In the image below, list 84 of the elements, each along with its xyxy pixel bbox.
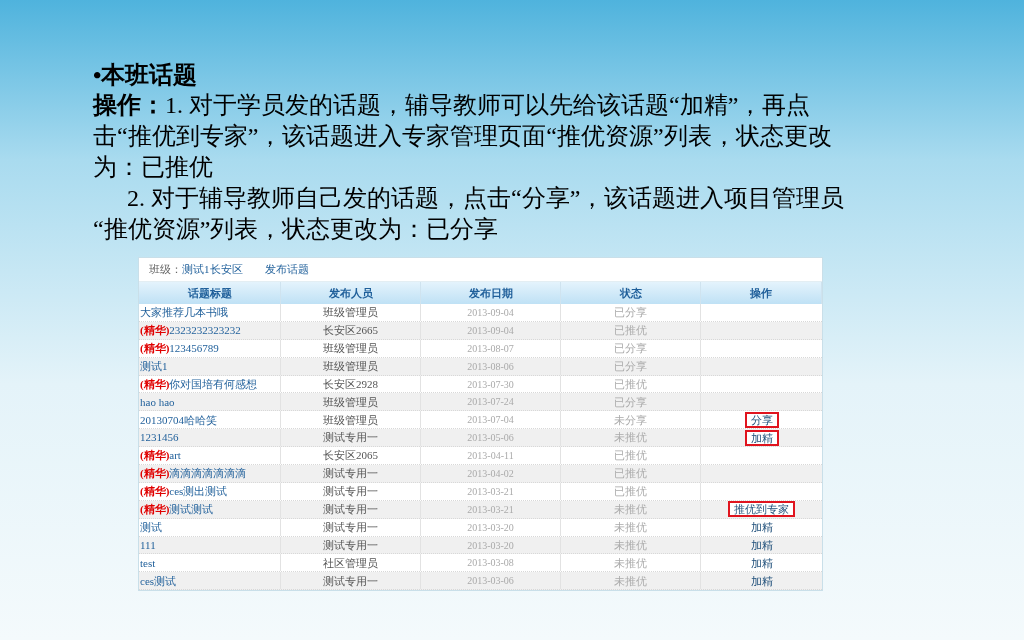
action-link[interactable]: 加精	[744, 429, 779, 446]
table-cell: 未推优	[561, 500, 701, 518]
featured-tag: (精华)	[140, 375, 170, 393]
table-cell: 测试专用一	[281, 518, 421, 536]
topic-title-link[interactable]: 20130704哈哈笑	[140, 411, 217, 429]
table-cell: 未推优	[561, 554, 701, 572]
featured-tag: (精华)	[140, 501, 170, 518]
table-cell: 测试专用一	[281, 536, 421, 554]
topic-title-link[interactable]: 123456789	[169, 339, 219, 357]
post-topic-link[interactable]: 发布话题	[264, 261, 309, 278]
topic-title-link[interactable]: 你对国培有何感想	[169, 375, 258, 393]
table-cell: 2013-08-07	[421, 339, 561, 357]
topic-title-link[interactable]: 测试测试	[169, 501, 214, 518]
topic-title-link[interactable]: 111	[140, 536, 156, 554]
table-cell: 2013-05-06	[421, 429, 561, 447]
table-cell: 已推优	[561, 482, 701, 500]
topic-title-link[interactable]: 大家推荐几本书哦	[140, 304, 228, 321]
class-label: 班级：	[149, 262, 182, 278]
table-cell: 测试专用一	[281, 465, 421, 482]
slide-paragraph: 2. 对于辅导教师自己发的话题，点击“分享”，该话题进入项目管理员 “推优资源”列表，状态更改为：已分享	[93, 184, 846, 244]
action-link[interactable]: 加精	[746, 518, 777, 536]
table-cell: 已推优	[561, 447, 701, 464]
table-cell: 测试专用一	[281, 500, 421, 518]
topic-title-link[interactable]: 2323232323232	[169, 322, 241, 339]
featured-tag: (精华)	[140, 447, 170, 464]
table-cell: 2013-07-04	[421, 411, 561, 429]
table-cell: 已推优	[561, 321, 701, 339]
topic-title-link[interactable]: ces测出测试	[169, 483, 228, 500]
table-cell: 2013-04-02	[421, 465, 561, 482]
table-cell: 已分享	[561, 393, 701, 411]
table-cell: 社区管理员	[281, 554, 421, 572]
action-link[interactable]: 加精	[746, 554, 777, 572]
table-cell: 班级管理员	[281, 339, 421, 357]
table-cell: 2013-07-24	[421, 393, 561, 411]
table-cell: 2013-09-04	[421, 321, 561, 339]
table-cell: 未推优	[561, 429, 701, 447]
table-cell: 2013-03-20	[421, 518, 561, 536]
table-cell: 长安区2665	[281, 321, 421, 339]
table-cell: 未分享	[561, 411, 701, 429]
table-cell: 2013-03-08	[421, 554, 561, 572]
table-cell: 2013-03-20	[421, 536, 561, 554]
table-cell: 长安区2065	[281, 447, 421, 464]
table-cell: 班级管理员	[281, 411, 421, 429]
table-cell: 测试专用一	[281, 572, 421, 590]
topic-title-link[interactable]: 1231456	[140, 429, 179, 446]
slide-heading: •本班话题	[93, 61, 199, 90]
table-cell: 未推优	[561, 536, 701, 554]
action-link[interactable]: 分享	[744, 411, 779, 428]
table-cell: 未推优	[561, 572, 701, 590]
topic-title-link[interactable]: 滴滴滴滴滴滴滴	[169, 465, 247, 482]
topic-title-link[interactable]: 测试	[140, 518, 162, 536]
featured-tag: (精华)	[140, 339, 170, 357]
topic-title-link[interactable]: art	[169, 447, 181, 464]
table-cell: 测试专用一	[281, 429, 421, 447]
table-cell: 班级管理员	[281, 393, 421, 411]
action-link[interactable]: 加精	[746, 536, 777, 554]
table-cell: 已推优	[561, 465, 701, 482]
class-link[interactable]: 测试1长安区	[182, 261, 243, 278]
table-cell: 已分享	[561, 339, 701, 357]
featured-tag: (精华)	[140, 483, 170, 500]
table-cell: 已分享	[561, 357, 701, 375]
table-cell: 班级管理员	[281, 357, 421, 375]
topic-title-link[interactable]: 测试1	[140, 357, 168, 375]
table-cell: 未推优	[561, 518, 701, 536]
table-cell: 2013-09-04	[421, 304, 561, 321]
table-cell: 2013-03-21	[421, 482, 561, 500]
table-cell: 测试专用一	[281, 482, 421, 500]
table-cell: 已分享	[561, 304, 701, 321]
topic-title-link[interactable]: hao hao	[140, 393, 175, 411]
action-link[interactable]: 加精	[746, 572, 777, 590]
table-cell: 2013-04-11	[421, 447, 561, 464]
topic-title-link[interactable]: test	[140, 554, 156, 572]
table-cell: 2013-07-30	[421, 375, 561, 393]
table-cell: 2013-03-21	[421, 500, 561, 518]
topic-title-link[interactable]: ces测试	[140, 572, 177, 590]
table-cell: 2013-03-06	[421, 572, 561, 590]
featured-tag: (精华)	[140, 322, 170, 339]
featured-tag: (精华)	[140, 465, 170, 482]
table-cell: 长安区2928	[281, 375, 421, 393]
table-cell: 班级管理员	[281, 304, 421, 321]
slide-paragraph: 操作：1. 对于学员发的话题，辅导教师可以先给该话题“加精”，再点击“推优到专家”，该话题进入专家管理页面“推优资源”列表，状态更改为：已推优	[93, 91, 833, 182]
table-cell: 2013-08-06	[421, 357, 561, 375]
action-link[interactable]: 推优到专家	[728, 501, 795, 518]
table-cell: 已推优	[561, 375, 701, 393]
